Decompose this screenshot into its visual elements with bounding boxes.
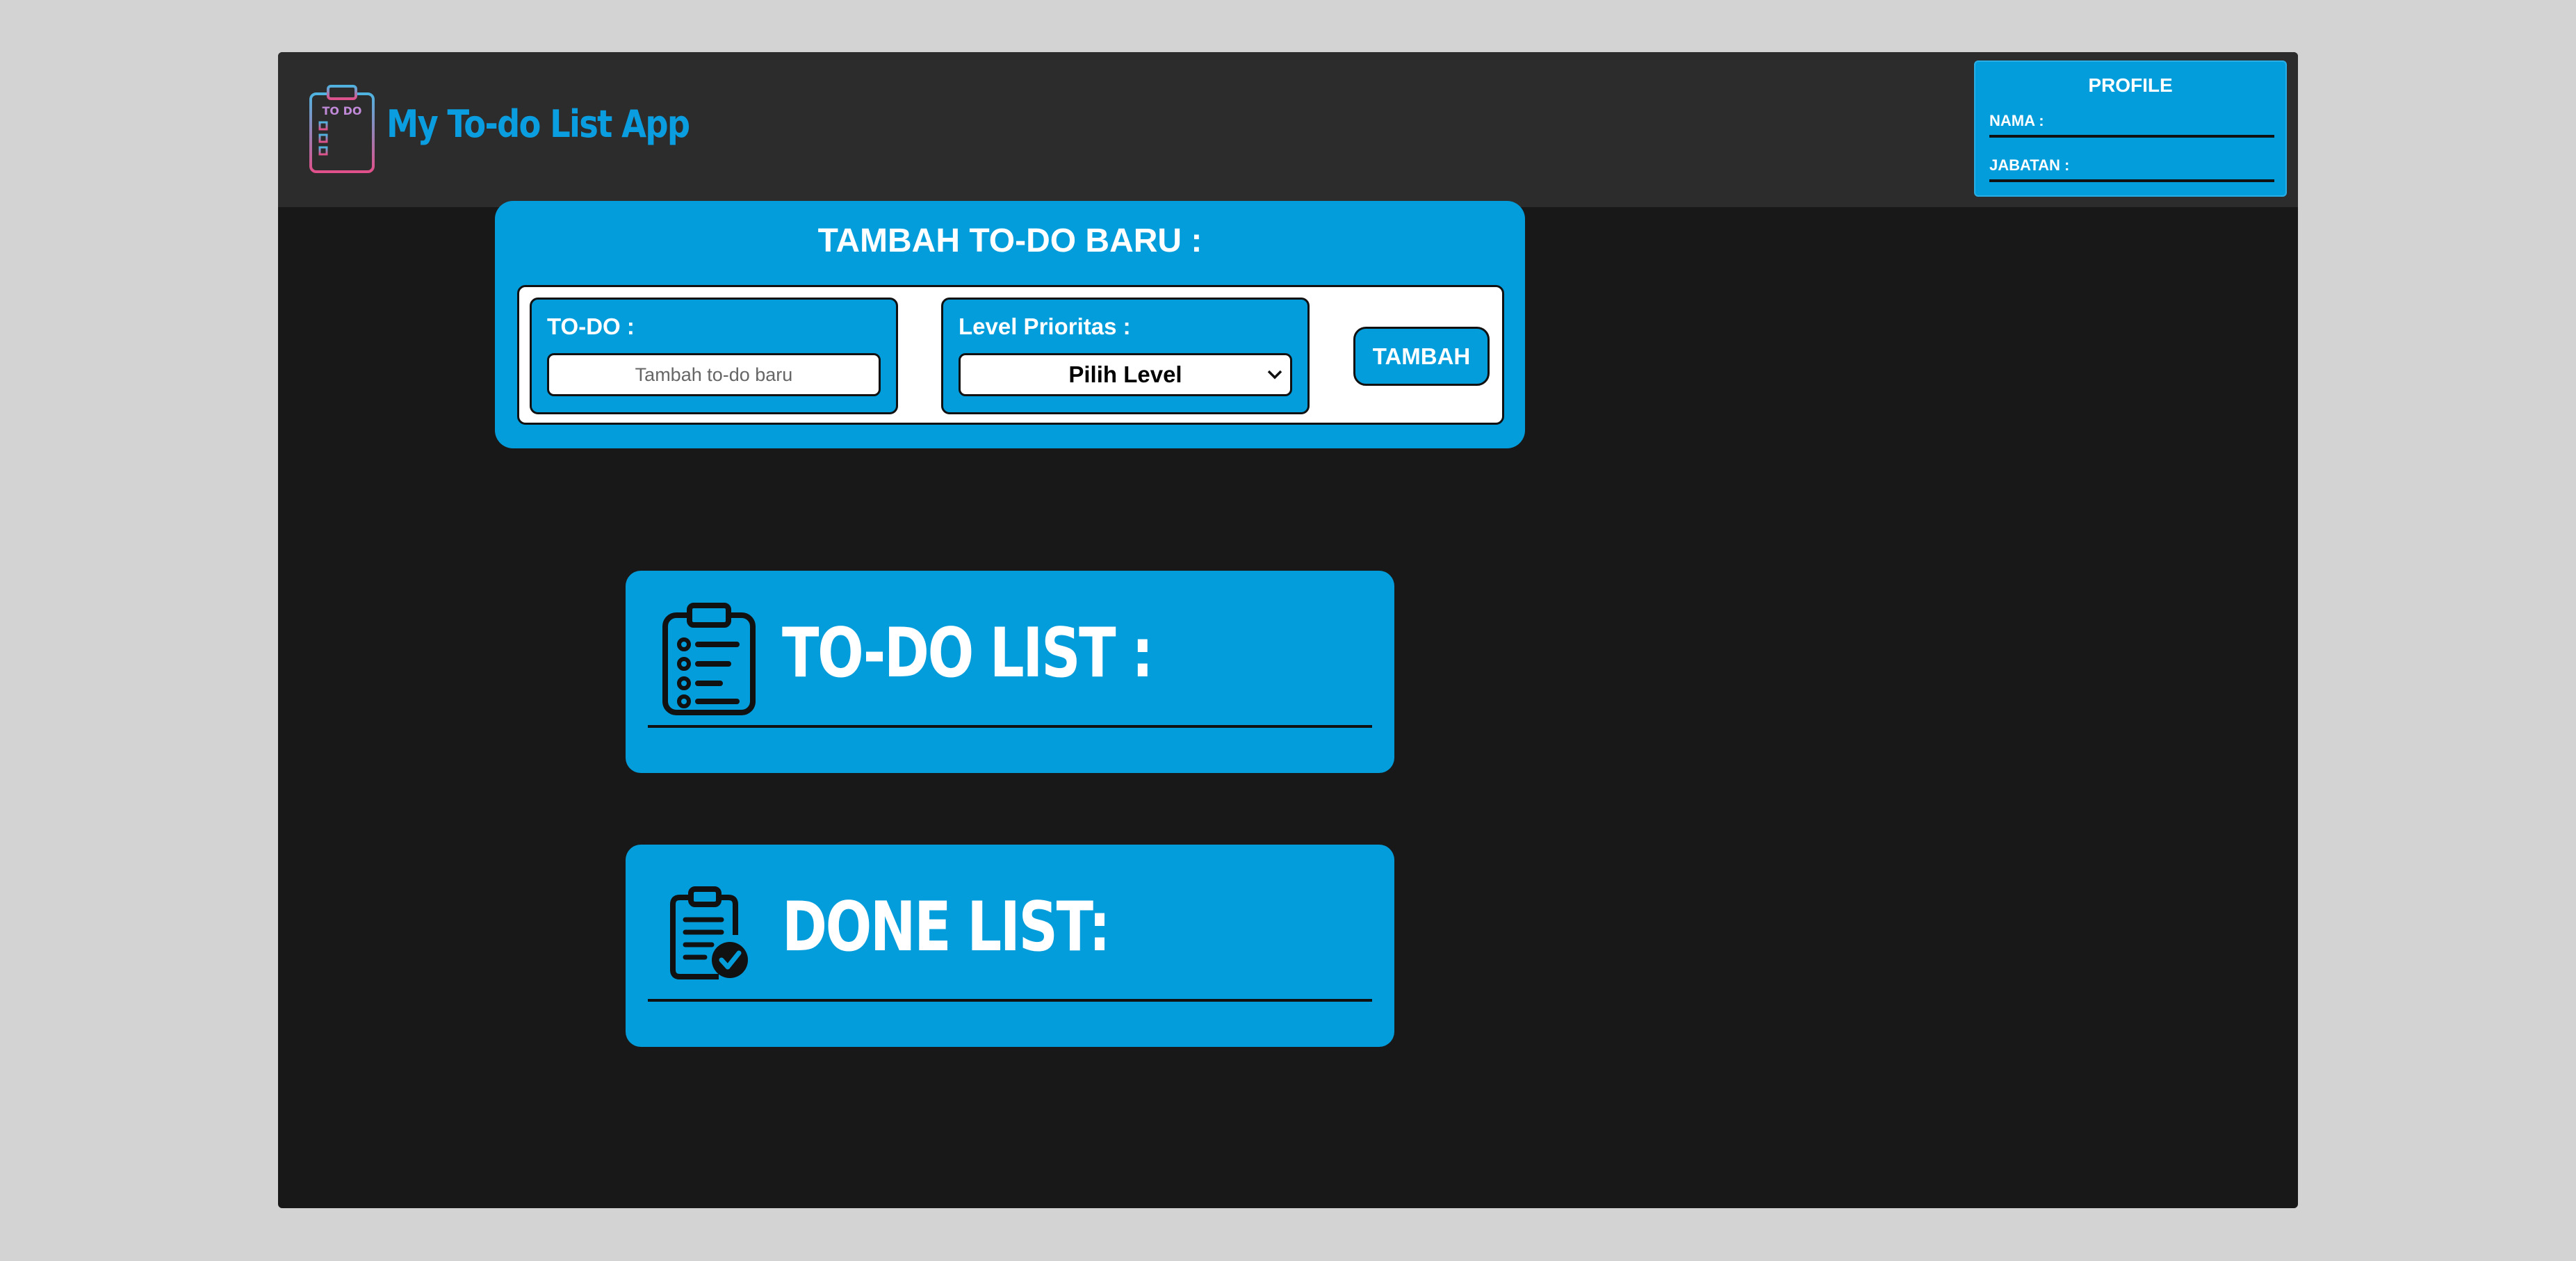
chevron-down-icon (1267, 370, 1282, 380)
profile-position-line (1989, 179, 2274, 182)
done-list-divider (648, 999, 1372, 1002)
todo-field-label: TO-DO : (547, 314, 635, 339)
svg-text:TO DO: TO DO (323, 104, 362, 117)
done-list-heading: DONE LIST: (782, 888, 1111, 967)
add-todo-card: TAMBAH TO-DO BARU : TO-DO : Level Priori… (495, 201, 1525, 448)
level-field-label: Level Prioritas : (959, 314, 1131, 339)
profile-name-line (1989, 135, 2274, 138)
todo-list-heading: TO-DO LIST : (782, 614, 1153, 693)
profile-position-label: JABATAN : (1989, 156, 2070, 174)
priority-level-select[interactable]: Pilih Level (959, 353, 1292, 396)
profile-panel: PROFILE NAMA : JABATAN : (1974, 60, 2287, 197)
add-todo-title: TAMBAH TO-DO BARU : (817, 222, 1203, 259)
todo-list-card: TO-DO LIST : (626, 571, 1394, 773)
level-field-box: Level Prioritas : Pilih Level (941, 298, 1310, 414)
clipboard-list-icon (662, 603, 756, 715)
profile-name-label: NAMA : (1989, 112, 2044, 129)
profile-title: PROFILE (2088, 74, 2173, 96)
priority-level-value: Pilih Level (1068, 361, 1182, 387)
todo-list-divider (648, 725, 1372, 728)
todo-logo-icon: TO DO (309, 85, 375, 173)
todo-field-box: TO-DO : (530, 298, 898, 414)
add-todo-form: TO-DO : Level Prioritas : Pilih Level TA… (517, 285, 1504, 425)
app-title: My To-do List App (386, 102, 690, 146)
clipboard-check-icon (670, 886, 748, 979)
top-bar: TO DO My To-do List App PROFILE NAMA : J… (278, 52, 2298, 207)
add-todo-button[interactable]: TAMBAH (1353, 327, 1490, 386)
todo-input[interactable] (547, 353, 881, 396)
done-list-card: DONE LIST: (626, 845, 1394, 1047)
